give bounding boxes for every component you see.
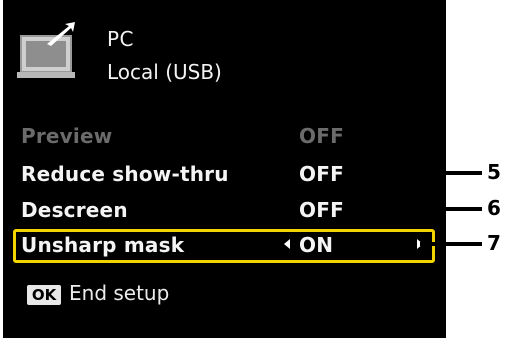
menu-value-descreen[interactable]: OFF xyxy=(299,198,344,222)
callout-number-5: 5 xyxy=(487,160,501,184)
callout-line-5 xyxy=(420,171,482,175)
pc-monitor-icon xyxy=(17,22,75,78)
menu-value-reduce-show-thru[interactable]: OFF xyxy=(299,162,344,186)
menu-value-unsharp-mask[interactable]: ON xyxy=(299,233,333,257)
menu-item-preview: Preview xyxy=(21,124,113,148)
end-setup-label: End setup xyxy=(69,281,170,305)
menu-item-descreen[interactable]: Descreen xyxy=(21,198,128,222)
arrow-left-icon[interactable] xyxy=(284,239,290,249)
menu-value-preview: OFF xyxy=(299,124,344,148)
callout-number-6: 6 xyxy=(487,196,501,220)
ok-button-icon[interactable]: OK xyxy=(27,285,61,305)
callout-number-7: 7 xyxy=(487,231,501,255)
callout-line-7 xyxy=(420,242,482,246)
lcd-screen: PC Local (USB) Preview OFF Reduce show-t… xyxy=(3,0,446,338)
callout-line-6 xyxy=(420,207,482,211)
menu-item-unsharp-mask[interactable]: Unsharp mask xyxy=(21,233,184,257)
destination-connection: Local (USB) xyxy=(107,60,222,84)
menu-item-reduce-show-thru[interactable]: Reduce show-thru xyxy=(21,162,229,186)
destination-name: PC xyxy=(107,27,135,51)
